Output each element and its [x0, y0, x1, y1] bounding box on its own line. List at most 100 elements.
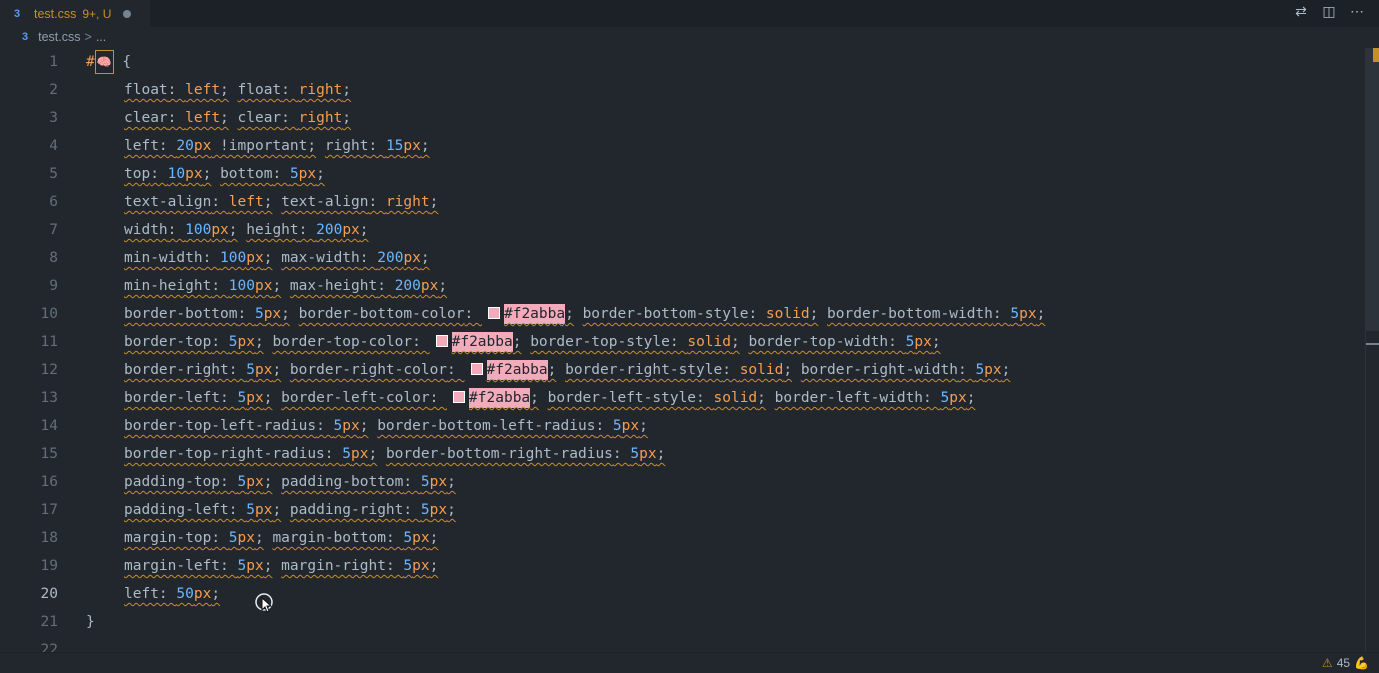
- css-colon: :: [211, 278, 229, 294]
- css-declaration: border-top: 5px;: [124, 334, 264, 350]
- more-actions-icon[interactable]: ⋯: [1349, 3, 1365, 20]
- css-semicolon: ;: [342, 82, 352, 98]
- scrollbar-cursor-marker: [1366, 343, 1379, 345]
- status-bar: ⚠ 45 💪: [0, 652, 1379, 673]
- css-colon: :: [377, 278, 395, 294]
- line-content: margin-left: 5px; margin-right: 5px;: [86, 552, 438, 580]
- breadcrumb-file[interactable]: test.css: [38, 30, 80, 44]
- css-colon: :: [211, 334, 229, 350]
- css-unit: px: [403, 138, 421, 154]
- css-unit: px: [298, 166, 317, 182]
- css-number: 100: [228, 278, 255, 294]
- css-property: padding-left: [124, 502, 229, 518]
- line-number: 18: [40, 530, 58, 546]
- color-swatch-icon[interactable]: [487, 307, 500, 319]
- code-line: 12 border-right: 5px; border-right-color:…: [0, 356, 1366, 384]
- css-number: 5: [237, 474, 247, 490]
- line-number: 7: [49, 222, 58, 238]
- selector-hash: #: [86, 54, 95, 70]
- line-number: 6: [49, 194, 58, 210]
- code-line: 9 min-height: 100px; max-height: 200px;: [0, 272, 1366, 300]
- code-line: 6 text-align: left; text-align: right;: [0, 188, 1366, 216]
- css-semicolon: ;: [211, 586, 221, 602]
- line-content: min-height: 100px; max-height: 200px;: [86, 272, 447, 300]
- css-colon: :: [220, 474, 238, 490]
- css-property: border-top: [124, 334, 212, 350]
- css-declaration: margin-right: 5px;: [281, 558, 438, 574]
- status-warnings[interactable]: ⚠ 45 💪: [1322, 653, 1369, 673]
- line-number: 21: [40, 614, 58, 630]
- css-keyword-value: right: [298, 110, 343, 126]
- code-line: 1 # 🧠 {: [0, 48, 1366, 76]
- code-line: 19 margin-left: 5px; margin-right: 5px;: [0, 552, 1366, 580]
- css-semicolon: ;: [272, 502, 282, 518]
- css-property: border-bottom: [124, 306, 238, 322]
- css-property: border-bottom-style: [582, 306, 749, 322]
- css-colon: :: [403, 474, 421, 490]
- color-swatch-icon[interactable]: [435, 335, 448, 347]
- css-property: margin-bottom: [272, 530, 386, 546]
- line-content: margin-top: 5px; margin-bottom: 5px;: [86, 524, 438, 552]
- code-line: 10 border-bottom: 5px; border-bottom-colo…: [0, 300, 1366, 328]
- breadcrumb-more[interactable]: ...: [96, 30, 106, 44]
- unsaved-dot-icon[interactable]: [123, 10, 132, 18]
- scrollbar-thumb[interactable]: [1366, 48, 1379, 331]
- css-declaration: border-top-color: #f2abba;: [272, 332, 521, 352]
- tab-test-css[interactable]: 3 test.css 9+, U: [0, 0, 150, 27]
- css-property: min-height: [124, 278, 212, 294]
- css-unit: px: [185, 166, 203, 182]
- line-content: min-width: 100px; max-width: 200px;: [86, 244, 430, 272]
- code-line: 14 border-top-left-radius: 5px; border-bo…: [0, 412, 1366, 440]
- line-content: # 🧠 {: [86, 48, 131, 76]
- css-number: 200: [377, 250, 404, 266]
- css-semicolon: ;: [447, 474, 456, 490]
- css-semicolon: ;: [809, 306, 819, 322]
- css-semicolon: ;: [931, 334, 941, 350]
- color-swatch-icon[interactable]: [470, 363, 483, 375]
- css-unit: px: [412, 530, 430, 546]
- css-semicolon: ;: [1001, 362, 1011, 378]
- vertical-scrollbar[interactable]: [1365, 48, 1379, 652]
- css-semicolon: ;: [272, 278, 282, 294]
- line-number: 17: [40, 502, 58, 518]
- chevron-right-icon: >: [84, 30, 92, 44]
- css-semicolon: ;: [220, 82, 229, 98]
- css-colon: :: [158, 586, 177, 602]
- css-number: 100: [185, 222, 212, 238]
- css-declaration: border-bottom-right-radius: 5px;: [386, 446, 665, 462]
- line-content: border-left: 5px; border-left-color: #f2…: [86, 384, 975, 412]
- split-editor-icon[interactable]: ◫: [1321, 3, 1337, 20]
- line-number: 10: [40, 306, 58, 322]
- code-editor[interactable]: 1 # 🧠 {2 float: left; float: right; 3 clear: …: [0, 48, 1366, 652]
- css-property: border-left-width: [774, 390, 924, 406]
- css-declaration: border-right-style: solid;: [565, 362, 792, 378]
- css-colon: :: [412, 334, 430, 350]
- css-declaration: padding-left: 5px;: [124, 502, 281, 518]
- css-semicolon: ;: [272, 362, 282, 378]
- line-number: 19: [40, 558, 58, 574]
- code-line: 17 padding-left: 5px; padding-right: 5px;: [0, 496, 1366, 524]
- source-control-icon[interactable]: ⇄: [1293, 3, 1309, 20]
- css-colon: :: [167, 110, 186, 126]
- css-unit: px: [254, 502, 273, 518]
- line-number: 11: [40, 334, 58, 350]
- css-property: border-left-style: [547, 390, 697, 406]
- css-property: margin-left: [124, 558, 221, 574]
- css-declaration: min-height: 100px;: [124, 278, 281, 294]
- color-swatch-icon[interactable]: [453, 391, 466, 403]
- css-semicolon: ;: [757, 390, 766, 406]
- css-property: border-right-style: [565, 362, 723, 378]
- css-colon: :: [385, 558, 404, 574]
- css-number: 5: [403, 530, 413, 546]
- css-colon: :: [281, 82, 299, 98]
- line-number: 4: [49, 138, 58, 154]
- css-property: min-width: [124, 250, 203, 266]
- css-unit: px: [351, 446, 369, 462]
